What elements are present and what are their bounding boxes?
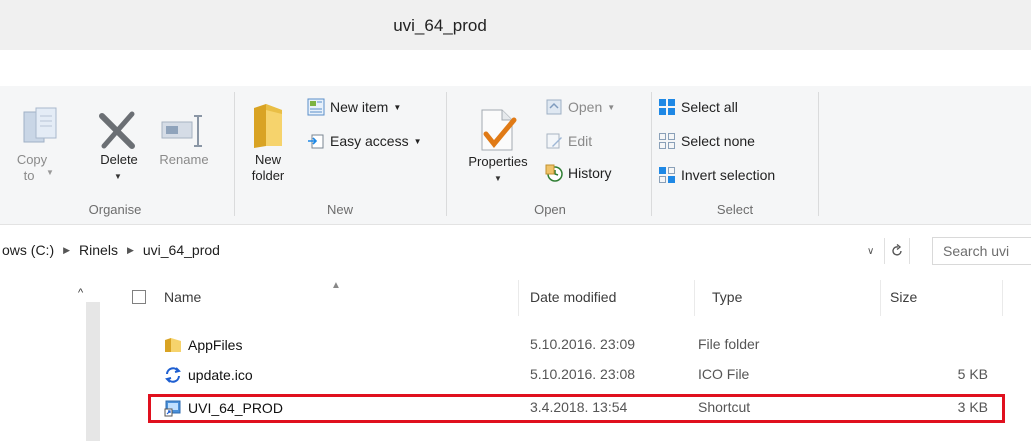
new-folder-label-line1: New	[254, 152, 281, 167]
column-divider[interactable]	[694, 280, 695, 316]
open-button[interactable]: Open ▼	[545, 98, 615, 116]
breadcrumb: ows (C:) ▶ Rinels ▶ uvi_64_prod	[2, 242, 220, 258]
rename-button[interactable]: Rename	[150, 100, 220, 194]
column-header-name[interactable]: Name	[164, 289, 201, 305]
new-folder-icon	[254, 104, 282, 148]
address-history-dropdown-icon[interactable]: ∨	[867, 246, 874, 257]
easy-access-dropdown-icon: ▼	[413, 136, 422, 146]
ribbon-separator	[234, 92, 235, 216]
edit-icon	[546, 133, 562, 149]
file-name: AppFiles	[188, 337, 243, 353]
column-divider[interactable]	[1002, 280, 1003, 316]
refresh-button[interactable]	[884, 238, 910, 264]
properties-icon	[481, 109, 517, 151]
new-group-label: New	[326, 202, 353, 217]
ribbon: Copy to ▼ Delete ▼ Rename Organise New f…	[0, 86, 1031, 225]
open-icon	[546, 99, 562, 115]
delete-dropdown-icon: ▼	[114, 172, 122, 181]
breadcrumb-chevron-icon[interactable]: ▶	[127, 245, 134, 256]
ribbon-separator	[446, 92, 447, 216]
search-box[interactable]: Search uvi	[932, 237, 1031, 265]
file-name: update.ico	[188, 367, 253, 383]
navigation-pane	[0, 272, 82, 441]
search-input-placeholder: Search uvi	[943, 243, 1010, 259]
breadcrumb-folder-current[interactable]: uvi_64_prod	[143, 242, 220, 258]
delete-x-icon	[99, 111, 135, 149]
easy-access-icon	[308, 134, 324, 149]
rename-label: Rename	[159, 152, 209, 167]
new-item-label: New item	[330, 99, 389, 115]
new-item-button[interactable]: New item ▼	[307, 98, 401, 116]
history-icon	[545, 164, 563, 182]
select-all-icon	[659, 99, 675, 115]
scroll-up-arrow-icon[interactable]: ^	[78, 287, 83, 299]
history-button[interactable]: History	[545, 164, 612, 182]
select-none-icon	[659, 133, 675, 149]
file-date-modified: 5.10.2016. 23:08	[530, 366, 636, 382]
file-type: File folder	[698, 336, 760, 352]
edit-button[interactable]: Edit	[545, 132, 592, 150]
column-divider[interactable]	[518, 280, 519, 316]
window-title: uvi_64_prod	[393, 16, 487, 35]
select-none-label: Select none	[681, 133, 755, 149]
new-folder-button[interactable]: New folder	[240, 96, 296, 196]
open-group-label: Open	[534, 202, 566, 217]
select-all-label: Select all	[681, 99, 738, 115]
folder-icon	[165, 338, 181, 352]
select-group-label: Select	[716, 202, 754, 217]
new-item-icon	[307, 98, 325, 116]
column-header-size[interactable]: Size	[890, 289, 917, 305]
column-header-type[interactable]: Type	[712, 289, 742, 305]
list-item[interactable]: update.ico 5.10.2016. 23:08 ICO File 5 K…	[150, 362, 1006, 388]
column-divider[interactable]	[880, 280, 881, 316]
delete-button[interactable]: Delete ▼	[90, 100, 148, 194]
file-date-modified: 5.10.2016. 23:09	[530, 336, 636, 352]
column-header-date-modified[interactable]: Date modified	[530, 289, 616, 305]
copy-to-icon	[23, 107, 57, 143]
open-dropdown-icon: ▼	[607, 102, 616, 112]
highlight-box	[148, 394, 1005, 423]
select-none-button[interactable]: Select none	[658, 132, 755, 150]
invert-selection-label: Invert selection	[681, 167, 776, 183]
refresh-icon	[892, 244, 902, 256]
copy-to-label-line2: to	[23, 168, 35, 183]
copy-to-button[interactable]: Copy to ▼	[12, 100, 70, 194]
breadcrumb-drive[interactable]: ows (C:)	[2, 242, 54, 258]
refresh-arrows-icon	[165, 367, 181, 383]
invert-selection-button[interactable]: Invert selection	[658, 166, 775, 184]
ribbon-separator	[651, 92, 652, 216]
file-size: 5 KB	[957, 366, 988, 382]
select-all-button[interactable]: Select all	[658, 98, 738, 116]
easy-access-button[interactable]: Easy access ▼	[307, 132, 422, 150]
copy-to-dropdown-icon: ▼	[46, 168, 54, 177]
organise-group-label: Organise	[88, 202, 142, 217]
file-type: ICO File	[698, 366, 750, 382]
invert-selection-icon	[659, 167, 675, 183]
select-all-checkbox[interactable]	[132, 290, 146, 304]
easy-access-label: Easy access	[330, 133, 409, 149]
sort-ascending-icon: ▲	[331, 280, 341, 291]
breadcrumb-chevron-icon[interactable]: ▶	[63, 245, 70, 256]
delete-label: Delete	[100, 152, 138, 167]
properties-dropdown-icon: ▼	[494, 174, 502, 183]
navigation-scrollbar[interactable]	[86, 302, 100, 441]
new-item-dropdown-icon: ▼	[393, 102, 402, 112]
ribbon-separator	[818, 92, 819, 216]
history-label: History	[568, 165, 612, 181]
properties-label: Properties	[468, 154, 528, 169]
list-item[interactable]: AppFiles 5.10.2016. 23:09 File folder	[150, 332, 1006, 358]
properties-button[interactable]: Properties ▼	[454, 96, 542, 196]
open-label: Open	[568, 99, 603, 115]
rename-icon	[161, 115, 202, 147]
copy-to-label-line1: Copy	[16, 152, 48, 167]
edit-label: Edit	[568, 133, 593, 149]
new-folder-label-line2: folder	[251, 168, 285, 183]
breadcrumb-folder-rinels[interactable]: Rinels	[79, 242, 118, 258]
